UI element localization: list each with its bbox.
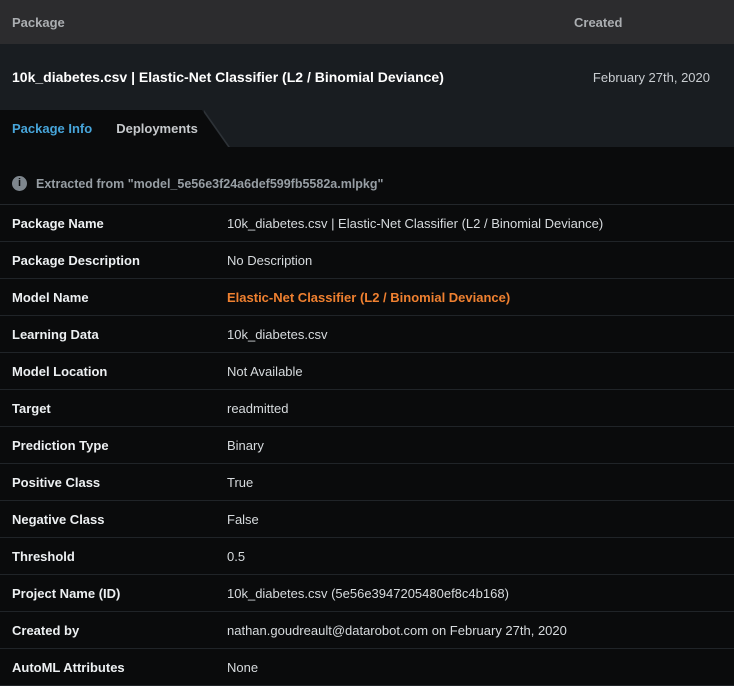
package-title: 10k_diabetes.csv | Elastic-Net Classifie… xyxy=(12,69,559,85)
row-label: Prediction Type xyxy=(12,438,227,453)
row-value: Not Available xyxy=(227,364,303,379)
package-created-date: February 27th, 2020 xyxy=(559,70,734,85)
table-row: Negative Class False xyxy=(0,501,734,538)
row-label: Positive Class xyxy=(12,475,227,490)
row-value: 0.5 xyxy=(227,549,245,564)
row-label: Learning Data xyxy=(12,327,227,342)
table-row: Learning Data 10k_diabetes.csv xyxy=(0,316,734,353)
app-window: Package Created 10k_diabetes.csv | Elast… xyxy=(0,0,734,686)
row-value: Binary xyxy=(227,438,264,453)
row-label: Threshold xyxy=(12,549,227,564)
table-row: Positive Class True xyxy=(0,464,734,501)
info-banner: i Extracted from "model_5e56e3f24a6def59… xyxy=(0,147,734,204)
tab-deployments[interactable]: Deployments xyxy=(116,121,198,136)
tab-label: Package Info xyxy=(12,121,92,136)
row-label: Package Description xyxy=(12,253,227,268)
table-row: Package Description No Description xyxy=(0,242,734,279)
row-label: AutoML Attributes xyxy=(12,660,227,675)
row-label: Target xyxy=(12,401,227,416)
row-label: Model Name xyxy=(12,290,227,305)
row-label: Package Name xyxy=(12,216,227,231)
table-row: AutoML Attributes None xyxy=(0,649,734,686)
row-label: Model Location xyxy=(12,364,227,379)
row-value: nathan.goudreault@datarobot.com on Febru… xyxy=(227,623,567,638)
package-row[interactable]: 10k_diabetes.csv | Elastic-Net Classifie… xyxy=(0,44,734,110)
row-value: 10k_diabetes.csv xyxy=(227,327,327,342)
row-label: Created by xyxy=(12,623,227,638)
info-icon: i xyxy=(12,176,27,191)
info-banner-text: Extracted from "model_5e56e3f24a6def599f… xyxy=(36,177,383,191)
table-row: Package Name 10k_diabetes.csv | Elastic-… xyxy=(0,205,734,242)
row-value: None xyxy=(227,660,258,675)
column-header-created: Created xyxy=(574,15,734,30)
list-header: Package Created xyxy=(0,0,734,44)
row-value: No Description xyxy=(227,253,312,268)
tab-bar: Package Info Deployments xyxy=(0,110,734,147)
row-label: Negative Class xyxy=(12,512,227,527)
table-row: Model Name Elastic-Net Classifier (L2 / … xyxy=(0,279,734,316)
row-value: 10k_diabetes.csv (5e56e3947205480ef8c4b1… xyxy=(227,586,509,601)
package-info-panel: i Extracted from "model_5e56e3f24a6def59… xyxy=(0,147,734,686)
tab-strip: Package Info Deployments xyxy=(0,110,202,147)
details-table: Package Name 10k_diabetes.csv | Elastic-… xyxy=(0,204,734,686)
model-name-link[interactable]: Elastic-Net Classifier (L2 / Binomial De… xyxy=(227,290,510,305)
row-value: True xyxy=(227,475,253,490)
row-value: readmitted xyxy=(227,401,288,416)
table-row: Project Name (ID) 10k_diabetes.csv (5e56… xyxy=(0,575,734,612)
row-value: False xyxy=(227,512,259,527)
table-row: Created by nathan.goudreault@datarobot.c… xyxy=(0,612,734,649)
tab-label: Deployments xyxy=(116,121,198,136)
row-label: Project Name (ID) xyxy=(12,586,227,601)
row-value: 10k_diabetes.csv | Elastic-Net Classifie… xyxy=(227,216,603,231)
table-row: Model Location Not Available xyxy=(0,353,734,390)
table-row: Target readmitted xyxy=(0,390,734,427)
column-header-package: Package xyxy=(12,15,574,30)
table-row: Threshold 0.5 xyxy=(0,538,734,575)
tab-package-info[interactable]: Package Info xyxy=(12,121,92,136)
table-row: Prediction Type Binary xyxy=(0,427,734,464)
